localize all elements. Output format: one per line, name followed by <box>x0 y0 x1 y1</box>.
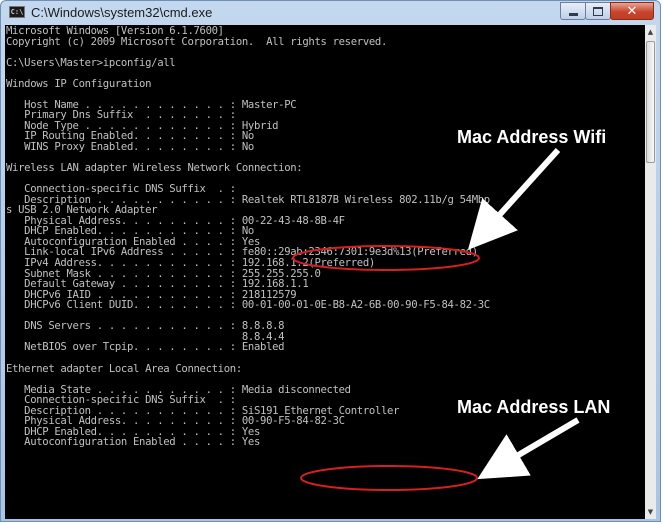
close-icon: ✕ <box>626 3 638 19</box>
maximize-button[interactable] <box>585 2 611 20</box>
scrollbar-thumb[interactable] <box>646 41 655 163</box>
console-line: DHCPv6 Client DUID. . . . . . . . : 00-0… <box>6 299 490 312</box>
title-bar[interactable]: C:\ C:\Windows\system32\cmd.exe ✕ <box>1 1 660 25</box>
console-line: Wireless LAN adapter Wireless Network Co… <box>6 162 303 175</box>
scroll-down-arrow-icon[interactable]: ▼ <box>645 505 656 519</box>
scroll-up-arrow-icon[interactable]: ▲ <box>645 25 656 39</box>
close-button[interactable]: ✕ <box>610 2 654 20</box>
console-line: C:\Users\Master>ipconfig/all <box>6 56 176 69</box>
mac-address-wifi-label: Mac Address Wifi <box>457 127 607 147</box>
caption-buttons: ✕ <box>560 2 654 20</box>
minimize-icon <box>568 12 578 16</box>
console-app-icon: C:\ <box>9 6 25 18</box>
console-output-area[interactable]: Microsoft Windows [Version 6.1.7600] Cop… <box>5 25 647 519</box>
cmd-window: C:\ C:\Windows\system32\cmd.exe ✕ Micros… <box>0 0 661 522</box>
vertical-scrollbar[interactable]: ▲ ▼ <box>645 25 656 519</box>
console-line: Copyright (c) 2009 Microsoft Corporation… <box>6 35 388 48</box>
console-text: Microsoft Windows [Version 6.1.7600] Cop… <box>5 25 647 448</box>
minimize-button[interactable] <box>560 2 586 20</box>
console-line: NetBIOS over Tcpip. . . . . . . . : Enab… <box>6 341 285 354</box>
mac-address-lan-label: Mac Address LAN <box>457 397 611 417</box>
console-line: Ethernet adapter Local Area Connection: <box>6 362 242 375</box>
console-line: WINS Proxy Enabled. . . . . . . . : No <box>6 141 254 154</box>
window-title: C:\Windows\system32\cmd.exe <box>31 5 213 20</box>
console-line: Windows IP Configuration <box>6 77 152 90</box>
console-line: Autoconfiguration Enabled . . . . : Yes <box>6 436 261 449</box>
maximize-icon <box>593 6 603 16</box>
